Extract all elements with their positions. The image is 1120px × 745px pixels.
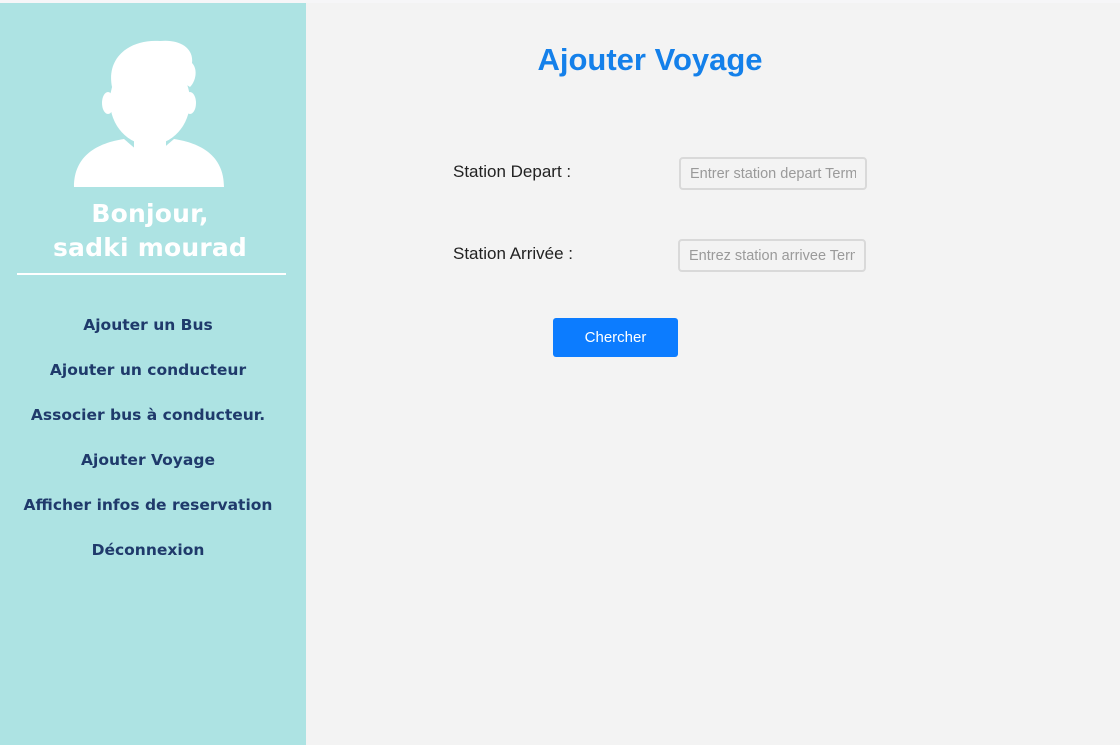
sidebar-nav: Ajouter un Bus Ajouter un conducteur Ass…: [0, 308, 296, 578]
arrival-station-input[interactable]: [678, 239, 866, 272]
nav-item-assign-bus-driver[interactable]: Associer bus à conducteur.: [0, 398, 296, 443]
arrival-label: Station Arrivée :: [453, 244, 574, 263]
greeting-username: sadki mourad: [52, 233, 248, 262]
nav-item-reservation-info[interactable]: Afficher infos de reservation: [0, 488, 296, 533]
nav-item-add-trip[interactable]: Ajouter Voyage: [0, 443, 296, 488]
sidebar-divider: [17, 273, 286, 275]
nav-item-add-bus[interactable]: Ajouter un Bus: [0, 308, 296, 353]
search-button[interactable]: Chercher: [553, 318, 678, 357]
nav-item-logout[interactable]: Déconnexion: [0, 533, 296, 578]
greeting: Bonjour, sadki mourad: [0, 197, 300, 265]
departure-label: Station Depart :: [453, 162, 572, 181]
page-title: Ajouter Voyage: [537, 42, 763, 77]
greeting-line1: Bonjour,: [91, 199, 209, 228]
user-silhouette-icon: [72, 37, 226, 191]
nav-item-add-driver[interactable]: Ajouter un conducteur: [0, 353, 296, 398]
sidebar: Bonjour, sadki mourad Ajouter un Bus Ajo…: [0, 3, 306, 745]
departure-station-input[interactable]: [679, 157, 867, 190]
